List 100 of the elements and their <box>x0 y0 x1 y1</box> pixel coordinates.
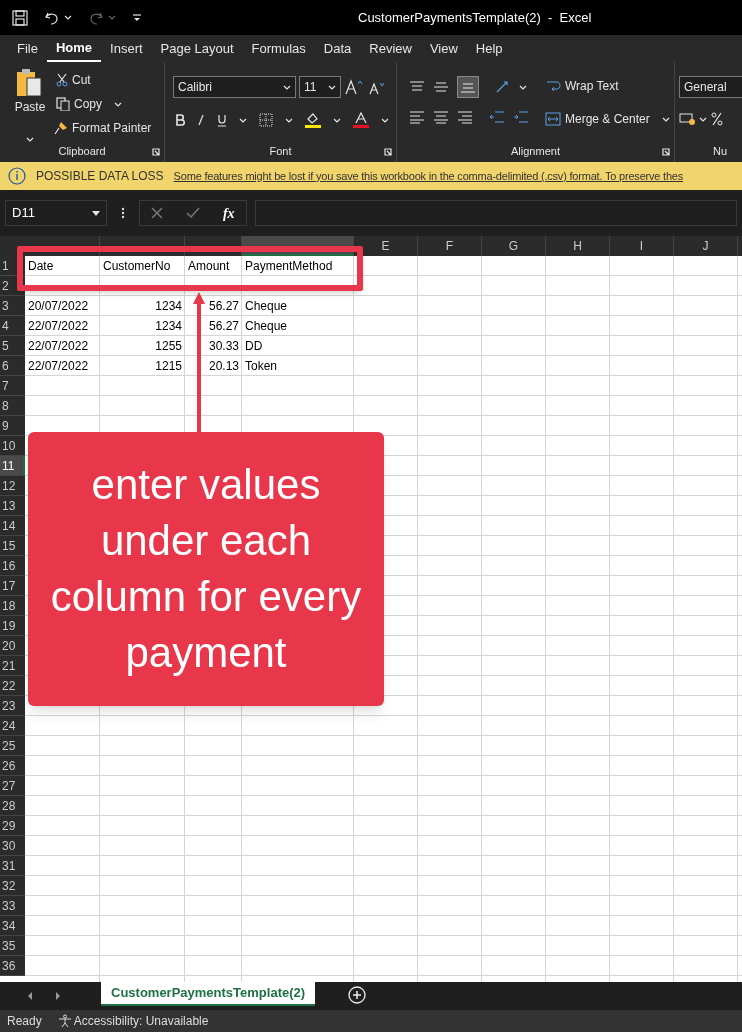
percent-icon[interactable] <box>711 112 723 126</box>
enter-icon[interactable] <box>186 207 201 219</box>
sheet-tab[interactable]: CustomerPaymentsTemplate(2) <box>101 982 316 1006</box>
table-cell-text: 1234 <box>154 298 183 315</box>
row-header[interactable]: 33 <box>0 896 25 916</box>
row-header[interactable]: 29 <box>0 816 25 836</box>
row-header[interactable]: 25 <box>0 736 25 756</box>
shrink-font-icon[interactable] <box>369 81 385 95</box>
cut-button[interactable]: Cut <box>56 70 91 90</box>
paste-button[interactable]: Paste <box>10 68 50 130</box>
menu-tab[interactable]: Page Layout <box>151 35 243 62</box>
copy-button[interactable]: Copy <box>56 94 122 114</box>
row-header[interactable]: 16 <box>0 556 25 576</box>
currency-icon[interactable] <box>679 112 697 126</box>
menu-tab[interactable]: Formulas <box>242 35 315 62</box>
align-left-icon[interactable] <box>409 110 425 124</box>
info-link[interactable]: Some features might be lost if you save this workbook in the comma-delimited (.csv) format. To preserve thes <box>173 167 684 185</box>
save-icon[interactable] <box>12 9 28 26</box>
row-header[interactable]: 12 <box>0 476 25 496</box>
name-box[interactable]: D11 <box>5 200 107 226</box>
row-header[interactable]: 30 <box>0 836 25 856</box>
row-header[interactable]: 28 <box>0 796 25 816</box>
caret-icon[interactable] <box>92 210 100 216</box>
scroll-left-icon[interactable] <box>27 992 33 1000</box>
row-header[interactable]: 18 <box>0 596 25 616</box>
row-header[interactable]: 7 <box>0 376 25 396</box>
align-right-icon[interactable] <box>457 110 473 124</box>
font-name-field[interactable]: Calibri <box>173 76 296 98</box>
menu-tab[interactable]: File <box>8 35 47 62</box>
accessibility-button[interactable]: Accessibility: Unavailable <box>57 1012 209 1030</box>
table-cell-text: Amount <box>187 258 231 275</box>
row-header[interactable]: 23 <box>0 696 25 716</box>
row-header[interactable]: 21 <box>0 656 25 676</box>
row-header[interactable]: 17 <box>0 576 25 596</box>
menu-tab[interactable]: Insert <box>101 35 152 62</box>
row-header[interactable]: 35 <box>0 936 25 956</box>
table-cell-text: 20/07/2022 <box>27 298 90 315</box>
row-header[interactable]: 27 <box>0 776 25 796</box>
status-text: Ready <box>7 1013 42 1030</box>
insert-function-button[interactable]: fx <box>222 202 235 224</box>
font-color-icon[interactable] <box>353 112 369 128</box>
table-cell-text: DD <box>244 338 264 355</box>
table-cell-text: 22/07/2022 <box>27 318 90 335</box>
row-header[interactable]: 32 <box>0 876 25 896</box>
row-header[interactable]: 19 <box>0 616 25 636</box>
orientation-icon[interactable] <box>495 80 511 94</box>
launcher-icon[interactable] <box>384 148 392 156</box>
row-header[interactable]: 10 <box>0 436 25 456</box>
customize-icon[interactable] <box>132 13 142 22</box>
row-header[interactable]: 36 <box>0 956 25 976</box>
row-header[interactable]: 20 <box>0 636 25 656</box>
row-header[interactable]: 11 <box>0 456 25 476</box>
row-header[interactable]: 24 <box>0 716 25 736</box>
number-format-field[interactable]: General <box>679 76 742 98</box>
fill-color-icon[interactable] <box>305 112 321 128</box>
more-icon[interactable] <box>121 207 125 219</box>
launcher-icon[interactable] <box>662 148 670 156</box>
row-header[interactable]: 5 <box>0 336 25 356</box>
align-middle-icon[interactable] <box>433 80 449 94</box>
merge-icon <box>545 112 561 126</box>
wrap-text-button[interactable]: Wrap Text <box>545 76 619 96</box>
row-header[interactable]: 4 <box>0 316 25 336</box>
font-size-field[interactable]: 11 <box>299 76 341 98</box>
align-center-icon[interactable] <box>433 110 449 124</box>
row-header[interactable]: 9 <box>0 416 25 436</box>
formula-input-field[interactable] <box>255 200 737 226</box>
row-header[interactable]: 15 <box>0 536 25 556</box>
row-header[interactable]: 13 <box>0 496 25 516</box>
table-cell-text: 20.13 <box>207 358 240 375</box>
align-top-icon[interactable] <box>409 80 425 94</box>
info-title: POSSIBLE DATA LOSS <box>36 168 164 185</box>
menu-tab[interactable]: Review <box>360 35 421 62</box>
row-header[interactable]: 6 <box>0 356 25 376</box>
row-header[interactable]: 3 <box>0 296 25 316</box>
row-header[interactable]: 34 <box>0 916 25 936</box>
grow-font-icon[interactable] <box>345 79 363 95</box>
borders-icon[interactable] <box>259 113 273 127</box>
wrap-text-icon <box>545 78 561 94</box>
row-header[interactable]: 22 <box>0 676 25 696</box>
menu-tab[interactable]: Data <box>314 35 361 62</box>
underline-icon[interactable] <box>217 113 227 127</box>
merge-center-button[interactable]: Merge & Center <box>545 109 670 129</box>
cancel-icon[interactable] <box>151 207 164 219</box>
scroll-right-icon[interactable] <box>55 992 61 1000</box>
menu-tab[interactable]: View <box>420 35 467 62</box>
callout-text: enter values under each column for every payment <box>28 432 384 706</box>
menu-tab[interactable]: Help <box>466 35 512 62</box>
format-painter-button[interactable]: Format Painter <box>54 118 152 138</box>
italic-icon[interactable] <box>197 114 205 126</box>
row-header[interactable]: 14 <box>0 516 25 536</box>
row-header[interactable]: 8 <box>0 396 25 416</box>
launcher-icon[interactable] <box>152 148 160 156</box>
table-cell-text: Token <box>244 358 279 375</box>
info-icon <box>8 167 26 185</box>
table-cell-text: PaymentMethod <box>244 258 334 275</box>
accessibility-icon <box>57 1014 72 1028</box>
bold-button[interactable] <box>175 114 185 126</box>
row-header[interactable]: 31 <box>0 856 25 876</box>
row-header[interactable]: 26 <box>0 756 25 776</box>
add-sheet-icon[interactable] <box>348 986 367 1004</box>
